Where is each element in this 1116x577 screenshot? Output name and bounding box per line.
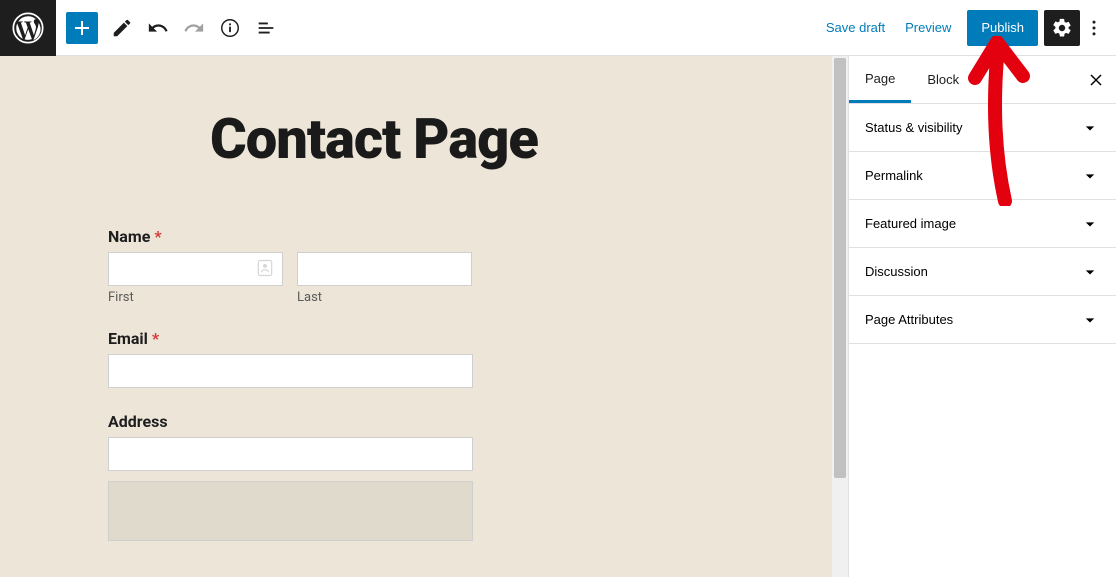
required-mark: * [152,329,159,348]
wordpress-logo[interactable] [0,0,56,56]
address-label: Address [108,412,588,431]
email-field: Email * [108,329,588,388]
panel-page-attributes[interactable]: Page Attributes [849,296,1116,344]
last-sublabel: Last [297,290,472,305]
plus-icon [70,16,94,40]
pencil-icon [111,17,133,39]
email-input[interactable] [108,354,473,388]
panel-label: Status & visibility [865,120,963,135]
panel-permalink[interactable]: Permalink [849,152,1116,200]
gear-icon [1051,17,1073,39]
redo-button[interactable] [176,10,212,46]
editor-canvas[interactable]: Contact Page Name * First [0,56,832,577]
address-field: Address [108,412,588,541]
address-line1-input[interactable] [108,437,473,471]
settings-sidebar: Page Block Status & visibility Permalink… [848,56,1116,577]
panel-label: Discussion [865,264,928,279]
panel-label: Permalink [865,168,923,183]
name-field: Name * First Last [108,227,588,305]
save-draft-button[interactable]: Save draft [816,14,895,41]
settings-button[interactable] [1044,10,1080,46]
first-sublabel: First [108,290,283,305]
required-mark: * [154,227,161,246]
panel-featured-image[interactable]: Featured image [849,200,1116,248]
editor-canvas-wrap: Contact Page Name * First [0,56,848,577]
panel-discussion[interactable]: Discussion [849,248,1116,296]
address-extra-box[interactable] [108,481,473,541]
publish-button[interactable]: Publish [967,10,1038,46]
chevron-down-icon [1080,310,1100,330]
contact-form: Name * First Last [108,227,588,541]
redo-icon [183,17,205,39]
editor-toolbar: Save draft Preview Publish [0,0,1116,56]
wordpress-icon [12,12,44,44]
preview-button[interactable]: Preview [895,14,961,41]
outline-button[interactable] [248,10,284,46]
panel-label: Featured image [865,216,956,231]
first-name-input[interactable] [108,252,283,286]
tab-block[interactable]: Block [911,56,975,103]
sidebar-tabs: Page Block [849,56,1116,104]
tab-page[interactable]: Page [849,56,911,103]
vertical-scrollbar[interactable] [832,56,848,577]
panel-label: Page Attributes [865,312,953,327]
name-label: Name * [108,227,588,246]
page-title[interactable]: Contact Page [210,106,832,172]
email-label: Email * [108,329,588,348]
undo-button[interactable] [140,10,176,46]
details-button[interactable] [212,10,248,46]
add-block-button[interactable] [66,12,98,44]
chevron-down-icon [1080,118,1100,138]
info-icon [219,17,241,39]
more-options-button[interactable] [1080,10,1108,46]
undo-icon [147,17,169,39]
chevron-down-icon [1080,262,1100,282]
modes-button[interactable] [104,10,140,46]
scrollbar-thumb[interactable] [834,58,846,478]
panel-status-visibility[interactable]: Status & visibility [849,104,1116,152]
outline-icon [255,17,277,39]
kebab-icon [1084,18,1104,38]
chevron-down-icon [1080,166,1100,186]
close-icon [1086,70,1106,90]
close-sidebar-button[interactable] [1076,56,1116,104]
chevron-down-icon [1080,214,1100,234]
last-name-input[interactable] [297,252,472,286]
